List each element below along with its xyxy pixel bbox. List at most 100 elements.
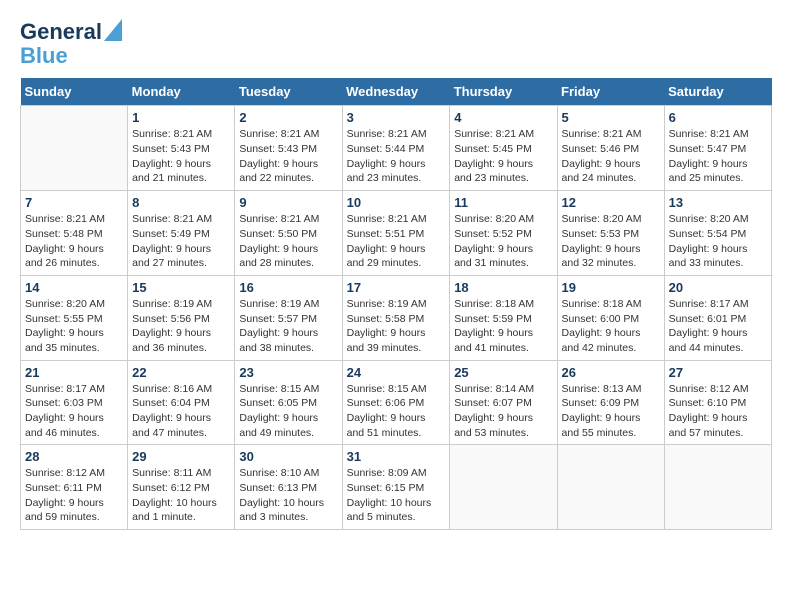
week-row-1: 1 Sunrise: 8:21 AM Sunset: 5:43 PM Daylig… xyxy=(21,106,772,191)
logo: General Blue xyxy=(20,20,122,68)
day-cell: 1 Sunrise: 8:21 AM Sunset: 5:43 PM Daylig… xyxy=(128,106,235,191)
day-cell: 7Sunrise: 8:21 AM Sunset: 5:48 PM Daylig… xyxy=(21,191,128,276)
day-number: 29 xyxy=(132,449,230,464)
day-info: Sunrise: 8:12 AM Sunset: 6:10 PM Dayligh… xyxy=(669,382,767,441)
day-info: Sunrise: 8:11 AM Sunset: 6:12 PM Dayligh… xyxy=(132,466,230,525)
day-number: 2 xyxy=(239,110,337,125)
day-number: 3 xyxy=(347,110,446,125)
day-cell: 30 Sunrise: 8:10 AM Sunset: 6:13 PM Dayli… xyxy=(235,445,342,530)
day-cell: 28 Sunrise: 8:12 AM Sunset: 6:11 PM Dayli… xyxy=(21,445,128,530)
day-number: 14 xyxy=(25,280,123,295)
day-cell: 13 Sunrise: 8:20 AM Sunset: 5:54 PM Dayli… xyxy=(664,191,771,276)
day-number: 23 xyxy=(239,365,337,380)
day-number: 17 xyxy=(347,280,446,295)
day-number: 30 xyxy=(239,449,337,464)
week-row-3: 14 Sunrise: 8:20 AM Sunset: 5:55 PM Dayli… xyxy=(21,275,772,360)
logo-text-general: General xyxy=(20,20,102,44)
day-cell: 14 Sunrise: 8:20 AM Sunset: 5:55 PM Dayli… xyxy=(21,275,128,360)
day-info: Sunrise: 8:21 AM Sunset: 5:43 PM Dayligh… xyxy=(132,127,230,186)
day-info: Sunrise: 8:21 AM Sunset: 5:51 PM Dayligh… xyxy=(347,212,446,271)
logo-text-blue: Blue xyxy=(20,43,68,68)
day-number: 6 xyxy=(669,110,767,125)
day-info: Sunrise: 8:15 AM Sunset: 6:05 PM Dayligh… xyxy=(239,382,337,441)
day-number: 11 xyxy=(454,195,552,210)
day-cell: 12 Sunrise: 8:20 AM Sunset: 5:53 PM Dayli… xyxy=(557,191,664,276)
day-cell: 21Sunrise: 8:17 AM Sunset: 6:03 PM Dayli… xyxy=(21,360,128,445)
day-number: 28 xyxy=(25,449,123,464)
day-info: Sunrise: 8:18 AM Sunset: 6:00 PM Dayligh… xyxy=(562,297,660,356)
day-cell: 3 Sunrise: 8:21 AM Sunset: 5:44 PM Daylig… xyxy=(342,106,450,191)
day-cell: 18 Sunrise: 8:18 AM Sunset: 5:59 PM Dayli… xyxy=(450,275,557,360)
day-info: Sunrise: 8:13 AM Sunset: 6:09 PM Dayligh… xyxy=(562,382,660,441)
day-header-friday: Friday xyxy=(557,78,664,106)
day-header-tuesday: Tuesday xyxy=(235,78,342,106)
day-info: Sunrise: 8:19 AM Sunset: 5:58 PM Dayligh… xyxy=(347,297,446,356)
day-cell xyxy=(21,106,128,191)
day-info: Sunrise: 8:18 AM Sunset: 5:59 PM Dayligh… xyxy=(454,297,552,356)
day-number: 5 xyxy=(562,110,660,125)
day-info: Sunrise: 8:20 AM Sunset: 5:55 PM Dayligh… xyxy=(25,297,123,356)
day-cell xyxy=(450,445,557,530)
day-cell: 2 Sunrise: 8:21 AM Sunset: 5:43 PM Daylig… xyxy=(235,106,342,191)
day-number: 31 xyxy=(347,449,446,464)
day-cell: 16 Sunrise: 8:19 AM Sunset: 5:57 PM Dayli… xyxy=(235,275,342,360)
day-cell: 15 Sunrise: 8:19 AM Sunset: 5:56 PM Dayli… xyxy=(128,275,235,360)
day-cell: 11 Sunrise: 8:20 AM Sunset: 5:52 PM Dayli… xyxy=(450,191,557,276)
day-number: 13 xyxy=(669,195,767,210)
days-header-row: SundayMondayTuesdayWednesdayThursdayFrid… xyxy=(21,78,772,106)
day-info: Sunrise: 8:20 AM Sunset: 5:54 PM Dayligh… xyxy=(669,212,767,271)
day-number: 19 xyxy=(562,280,660,295)
day-info: Sunrise: 8:17 AM Sunset: 6:01 PM Dayligh… xyxy=(669,297,767,356)
day-number: 27 xyxy=(669,365,767,380)
day-header-wednesday: Wednesday xyxy=(342,78,450,106)
day-cell: 25Sunrise: 8:14 AM Sunset: 6:07 PM Dayli… xyxy=(450,360,557,445)
day-info: Sunrise: 8:21 AM Sunset: 5:45 PM Dayligh… xyxy=(454,127,552,186)
day-info: Sunrise: 8:21 AM Sunset: 5:43 PM Dayligh… xyxy=(239,127,337,186)
day-number: 15 xyxy=(132,280,230,295)
day-header-monday: Monday xyxy=(128,78,235,106)
day-info: Sunrise: 8:21 AM Sunset: 5:44 PM Dayligh… xyxy=(347,127,446,186)
day-info: Sunrise: 8:21 AM Sunset: 5:50 PM Dayligh… xyxy=(239,212,337,271)
day-cell xyxy=(664,445,771,530)
day-info: Sunrise: 8:20 AM Sunset: 5:53 PM Dayligh… xyxy=(562,212,660,271)
week-row-4: 21Sunrise: 8:17 AM Sunset: 6:03 PM Dayli… xyxy=(21,360,772,445)
week-row-2: 7Sunrise: 8:21 AM Sunset: 5:48 PM Daylig… xyxy=(21,191,772,276)
day-cell: 8 Sunrise: 8:21 AM Sunset: 5:49 PM Daylig… xyxy=(128,191,235,276)
day-number: 1 xyxy=(132,110,230,125)
day-number: 8 xyxy=(132,195,230,210)
day-number: 26 xyxy=(562,365,660,380)
day-number: 20 xyxy=(669,280,767,295)
day-cell xyxy=(557,445,664,530)
day-info: Sunrise: 8:19 AM Sunset: 5:56 PM Dayligh… xyxy=(132,297,230,356)
day-cell: 4Sunrise: 8:21 AM Sunset: 5:45 PM Daylig… xyxy=(450,106,557,191)
calendar-table: SundayMondayTuesdayWednesdayThursdayFrid… xyxy=(20,78,772,530)
day-cell: 20 Sunrise: 8:17 AM Sunset: 6:01 PM Dayli… xyxy=(664,275,771,360)
day-number: 16 xyxy=(239,280,337,295)
day-cell: 9Sunrise: 8:21 AM Sunset: 5:50 PM Daylig… xyxy=(235,191,342,276)
day-cell: 26 Sunrise: 8:13 AM Sunset: 6:09 PM Dayli… xyxy=(557,360,664,445)
week-row-5: 28 Sunrise: 8:12 AM Sunset: 6:11 PM Dayli… xyxy=(21,445,772,530)
day-info: Sunrise: 8:16 AM Sunset: 6:04 PM Dayligh… xyxy=(132,382,230,441)
day-info: Sunrise: 8:21 AM Sunset: 5:47 PM Dayligh… xyxy=(669,127,767,186)
logo-triangle-icon xyxy=(104,19,122,41)
day-cell: 24Sunrise: 8:15 AM Sunset: 6:06 PM Dayli… xyxy=(342,360,450,445)
day-info: Sunrise: 8:21 AM Sunset: 5:48 PM Dayligh… xyxy=(25,212,123,271)
day-number: 24 xyxy=(347,365,446,380)
day-header-saturday: Saturday xyxy=(664,78,771,106)
day-cell: 29 Sunrise: 8:11 AM Sunset: 6:12 PM Dayli… xyxy=(128,445,235,530)
day-cell: 19 Sunrise: 8:18 AM Sunset: 6:00 PM Dayli… xyxy=(557,275,664,360)
day-info: Sunrise: 8:12 AM Sunset: 6:11 PM Dayligh… xyxy=(25,466,123,525)
day-cell: 23 Sunrise: 8:15 AM Sunset: 6:05 PM Dayli… xyxy=(235,360,342,445)
day-info: Sunrise: 8:21 AM Sunset: 5:49 PM Dayligh… xyxy=(132,212,230,271)
day-cell: 22Sunrise: 8:16 AM Sunset: 6:04 PM Dayli… xyxy=(128,360,235,445)
day-info: Sunrise: 8:09 AM Sunset: 6:15 PM Dayligh… xyxy=(347,466,446,525)
day-cell: 5 Sunrise: 8:21 AM Sunset: 5:46 PM Daylig… xyxy=(557,106,664,191)
day-info: Sunrise: 8:21 AM Sunset: 5:46 PM Dayligh… xyxy=(562,127,660,186)
day-info: Sunrise: 8:19 AM Sunset: 5:57 PM Dayligh… xyxy=(239,297,337,356)
day-info: Sunrise: 8:20 AM Sunset: 5:52 PM Dayligh… xyxy=(454,212,552,271)
day-info: Sunrise: 8:14 AM Sunset: 6:07 PM Dayligh… xyxy=(454,382,552,441)
day-number: 12 xyxy=(562,195,660,210)
day-info: Sunrise: 8:10 AM Sunset: 6:13 PM Dayligh… xyxy=(239,466,337,525)
day-number: 18 xyxy=(454,280,552,295)
day-cell: 27 Sunrise: 8:12 AM Sunset: 6:10 PM Dayli… xyxy=(664,360,771,445)
